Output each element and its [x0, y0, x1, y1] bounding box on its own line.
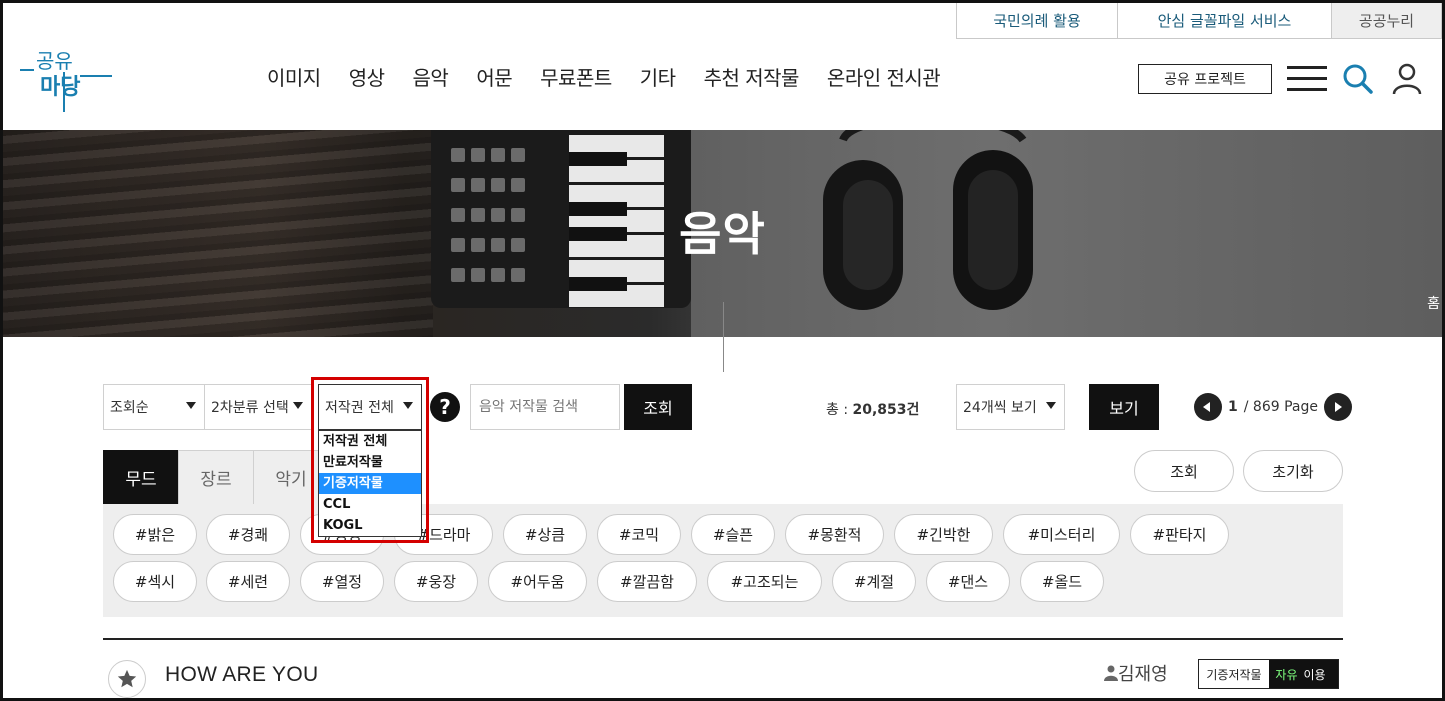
category2-select[interactable]: 2차분류 선택: [204, 384, 312, 430]
nav-item-free-font[interactable]: 무료폰트: [540, 62, 612, 91]
nav-item-language[interactable]: 어문: [476, 62, 512, 91]
tab-mood[interactable]: 무드: [103, 450, 179, 504]
util-link-safe-font[interactable]: 안심 글꼴파일 서비스: [1118, 3, 1332, 39]
license-use-highlight: 자유: [1275, 667, 1298, 682]
copyright-select-value: 저작권 전체: [325, 400, 394, 416]
copyright-option-expired[interactable]: 만료저작물: [319, 452, 421, 473]
tag-chip[interactable]: #몽환적: [785, 514, 884, 555]
star-icon: [117, 669, 137, 688]
favorite-star-icon[interactable]: [108, 660, 146, 698]
pagination: 1 / 869 Page: [1194, 393, 1352, 421]
user-icon[interactable]: [1392, 63, 1422, 95]
copyright-option-all[interactable]: 저작권 전체: [319, 431, 421, 452]
copyright-select[interactable]: 저작권 전체: [318, 384, 422, 430]
util-link-national-ceremony[interactable]: 국민의례 활용: [956, 3, 1118, 39]
search-input[interactable]: [470, 384, 620, 430]
page-current: 1: [1228, 399, 1238, 415]
tag-chip[interactable]: #밝은: [113, 514, 197, 555]
category2-select-value: 2차분류 선택: [211, 400, 289, 416]
total-value: 20,853건: [852, 402, 920, 418]
prev-page-icon[interactable]: [1194, 393, 1222, 421]
hero-divider-line: [723, 302, 724, 372]
tag-chip[interactable]: #세련: [206, 561, 290, 602]
copyright-dropdown-list: 저작권 전체 만료저작물 기증저작물 CCL KOGL: [318, 430, 422, 537]
main-nav: 이미지 영상 음악 어문 무료폰트 기타 추천 저작물 온라인 전시관: [267, 62, 968, 91]
copyright-option-donated[interactable]: 기증저작물: [319, 473, 421, 494]
site-logo[interactable]: 공유 마당: [20, 46, 116, 116]
chevron-down-icon: [1046, 402, 1056, 409]
logo-text-top: 공유: [36, 49, 73, 73]
license-use-rest: 이용: [1303, 667, 1326, 682]
help-icon[interactable]: ?: [430, 392, 460, 422]
nav-item-etc[interactable]: 기타: [640, 62, 676, 91]
tag-chip[interactable]: #섹시: [113, 561, 197, 602]
tag-chip[interactable]: #웅장: [394, 561, 478, 602]
tag-chip[interactable]: #깔끔함: [597, 561, 697, 602]
tag-chip[interactable]: #열정: [300, 561, 384, 602]
reset-button[interactable]: 초기화: [1243, 450, 1343, 492]
util-link-kogl[interactable]: 공공누리: [1332, 3, 1442, 39]
person-icon: [1104, 665, 1118, 681]
tag-chip[interactable]: #슬픈: [691, 514, 775, 555]
tag-chip[interactable]: #댄스: [926, 561, 1010, 602]
sort-select-value: 조회순: [110, 400, 149, 416]
per-page-select-value: 24개씩 보기: [963, 400, 1037, 416]
tag-chip[interactable]: #상큼: [503, 514, 587, 555]
copyright-option-kogl[interactable]: KOGL: [319, 515, 421, 536]
total-label: 총 :: [826, 402, 853, 418]
logo-graphic: 공유 마당: [20, 49, 112, 112]
item-author-name: 김재영: [1118, 664, 1168, 685]
per-page-select[interactable]: 24개씩 보기: [956, 384, 1065, 430]
tag-chip[interactable]: #고조되는: [707, 561, 822, 602]
tag-chip[interactable]: #계절: [832, 561, 916, 602]
tag-query-button[interactable]: 조회: [1134, 450, 1234, 492]
license-use: 자유 이용: [1269, 660, 1338, 688]
tag-chip[interactable]: #코믹: [597, 514, 681, 555]
copyright-option-ccl[interactable]: CCL: [319, 494, 421, 515]
tag-chip[interactable]: #올드: [1020, 561, 1104, 602]
list-divider: [103, 638, 1343, 640]
tag-chip[interactable]: #긴박한: [894, 514, 993, 555]
item-title[interactable]: HOW ARE YOU: [165, 663, 318, 687]
menu-icon[interactable]: [1287, 66, 1327, 94]
logo-text-bottom: 마당: [40, 75, 80, 100]
license-type: 기증저작물: [1199, 660, 1269, 688]
chevron-down-icon: [293, 402, 303, 409]
chevron-down-icon: [403, 402, 413, 409]
nav-item-music[interactable]: 음악: [413, 62, 449, 91]
nav-item-recommended[interactable]: 추천 저작물: [704, 62, 800, 91]
nav-item-video[interactable]: 영상: [349, 62, 385, 91]
chevron-down-icon: [186, 402, 196, 409]
breadcrumb-home[interactable]: 홈: [1427, 293, 1440, 313]
total-count: 총 : 20,853건: [826, 399, 919, 419]
view-button[interactable]: 보기: [1089, 384, 1159, 430]
page-total: / 869 Page: [1243, 399, 1318, 415]
nav-item-image[interactable]: 이미지: [267, 62, 321, 91]
item-author: 김재영: [1104, 660, 1168, 686]
utility-links: 국민의례 활용 안심 글꼴파일 서비스 공공누리: [956, 3, 1442, 39]
license-badge: 기증저작물 자유 이용: [1198, 659, 1339, 689]
sort-select[interactable]: 조회순: [103, 384, 205, 430]
tag-chip[interactable]: #경쾌: [206, 514, 290, 555]
nav-item-online-gallery[interactable]: 온라인 전시관: [827, 62, 941, 91]
next-page-icon[interactable]: [1323, 393, 1352, 421]
search-icon[interactable]: [1342, 63, 1374, 95]
tag-chip[interactable]: #어두움: [488, 561, 587, 602]
hero-title: 음악: [679, 207, 766, 261]
tag-chip[interactable]: #미스터리: [1003, 514, 1120, 555]
search-button[interactable]: 조회: [624, 384, 692, 430]
tab-genre[interactable]: 장르: [178, 450, 254, 504]
share-project-button[interactable]: 공유 프로젝트: [1138, 64, 1272, 94]
tag-chip[interactable]: #판타지: [1130, 514, 1229, 555]
